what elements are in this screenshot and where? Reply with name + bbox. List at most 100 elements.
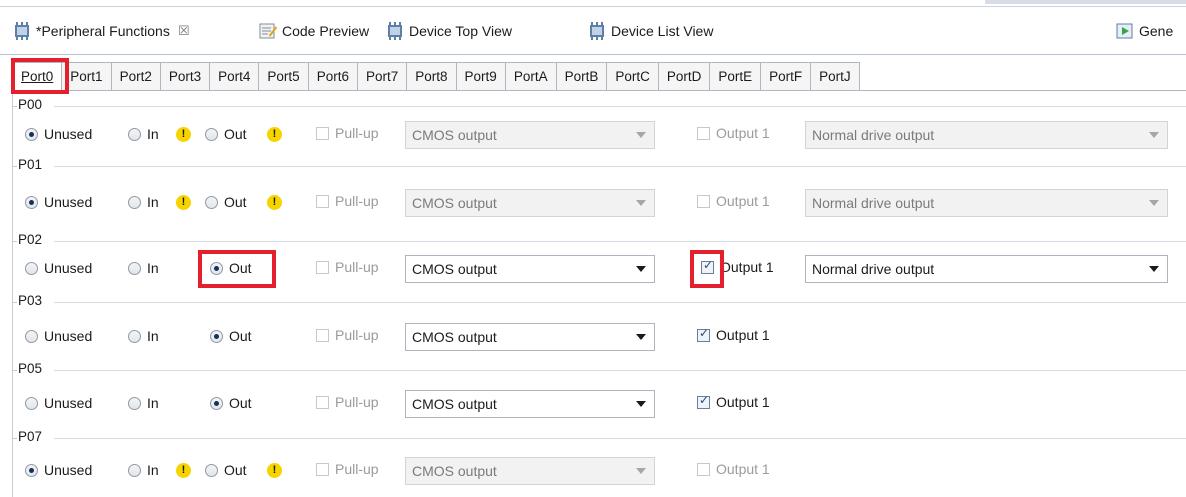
tab-bar-top-border [0, 6, 1186, 7]
output-type-select[interactable]: CMOS output [405, 323, 655, 351]
code-preview-icon [259, 23, 277, 39]
output1-checkbox[interactable]: Output 1 [697, 326, 770, 343]
output-type-select[interactable]: CMOS output [405, 457, 655, 485]
highlight-out [198, 250, 276, 288]
tab-label: *Peripheral Functions [36, 23, 170, 39]
output-type-select[interactable]: CMOS output [405, 121, 655, 149]
tab-label: Gene [1139, 23, 1174, 39]
tab-device-top-view[interactable]: Device Top View [385, 16, 512, 46]
tab-porte[interactable]: PortE [710, 62, 762, 91]
warning-icon: ! [267, 463, 282, 478]
port-tab-bar: Port0 Port1 Port2 Port3 Port4 Port5 Port… [12, 62, 860, 91]
warning-icon: ! [176, 463, 191, 478]
chevron-down-icon [1149, 266, 1159, 272]
chevron-down-icon [636, 401, 646, 407]
group-title: P01 [18, 157, 43, 172]
radio-in[interactable]: In [128, 260, 159, 276]
pullup-checkbox[interactable]: Pull-up [316, 461, 379, 477]
group-title: P00 [18, 97, 43, 112]
radio-in[interactable]: In [128, 395, 159, 411]
tab-port1[interactable]: Port1 [62, 62, 112, 91]
pin-row: Unused In Out Pull-up CMOS output Output… [25, 318, 1186, 358]
highlight-port0 [11, 58, 69, 94]
pin-row: Unused In Out Pull-up CMOS output Output… [25, 385, 1186, 425]
tab-device-list-view[interactable]: Device List View [587, 16, 713, 46]
pin-row: Unused In ! Out ! Pull-up CMOS output Ou… [25, 452, 1186, 492]
tab-port6[interactable]: Port6 [308, 62, 358, 91]
chevron-down-icon [1149, 200, 1159, 206]
warning-icon: ! [267, 195, 282, 210]
tab-code-preview[interactable]: Code Preview [258, 16, 369, 46]
output-type-select[interactable]: CMOS output [405, 189, 655, 217]
generate-code-button[interactable]: Gene [1115, 16, 1173, 46]
radio-unused[interactable]: Unused [25, 194, 92, 210]
chip-icon [15, 22, 29, 40]
radio-unused[interactable]: Unused [25, 328, 92, 344]
tab-port3[interactable]: Port3 [160, 62, 211, 91]
radio-in[interactable]: In [128, 328, 159, 344]
chevron-down-icon [636, 266, 646, 272]
radio-out[interactable]: Out [210, 395, 252, 411]
tab-portd[interactable]: PortD [658, 62, 711, 91]
chevron-down-icon [636, 468, 646, 474]
close-icon[interactable]: ☒ [178, 23, 190, 39]
drive-select[interactable]: Normal drive output [805, 189, 1168, 217]
tab-port8[interactable]: Port8 [407, 62, 457, 91]
radio-in[interactable]: In [128, 194, 159, 210]
tab-port5[interactable]: Port5 [259, 62, 309, 91]
output-type-select[interactable]: CMOS output [405, 255, 655, 283]
radio-unused[interactable]: Unused [25, 126, 92, 142]
pullup-checkbox[interactable]: Pull-up [316, 125, 379, 141]
tab-content-left-border [12, 90, 13, 497]
chevron-down-icon [636, 132, 646, 138]
pullup-checkbox[interactable]: Pull-up [316, 259, 379, 275]
pin-row: Unused In ! Out ! Pull-up CMOS output Ou… [25, 184, 1186, 224]
radio-out[interactable]: Out [205, 462, 247, 478]
radio-unused[interactable]: Unused [25, 260, 92, 276]
radio-out[interactable]: Out [205, 126, 247, 142]
group-title: P05 [18, 361, 43, 376]
radio-out[interactable]: Out [210, 328, 252, 344]
warning-icon: ! [176, 195, 191, 210]
output1-checkbox[interactable]: Output 1 [697, 125, 770, 141]
editor-tab-bar: *Peripheral Functions ☒ Code Preview Dev… [0, 0, 1186, 58]
drive-select[interactable]: Normal drive output [805, 255, 1168, 283]
tab-bar-top-strip [985, 0, 1186, 4]
radio-out[interactable]: Out [205, 194, 247, 210]
tab-port2[interactable]: Port2 [111, 62, 161, 91]
tab-portb[interactable]: PortB [556, 62, 608, 91]
tab-portf[interactable]: PortF [761, 62, 812, 91]
radio-in[interactable]: In [128, 126, 159, 142]
tab-portc[interactable]: PortC [607, 62, 659, 91]
output1-checkbox[interactable]: Output 1 [697, 393, 770, 410]
output-type-select[interactable]: CMOS output [405, 390, 655, 418]
chevron-down-icon [1149, 132, 1159, 138]
pullup-checkbox[interactable]: Pull-up [316, 394, 379, 410]
chevron-down-icon [636, 334, 646, 340]
warning-icon: ! [267, 127, 282, 142]
tab-port4[interactable]: Port4 [210, 62, 260, 91]
output1-checkbox[interactable]: Output 1 [697, 461, 770, 477]
chip-icon [388, 22, 402, 40]
drive-select[interactable]: Normal drive output [805, 121, 1168, 149]
pullup-checkbox[interactable]: Pull-up [316, 327, 379, 343]
tab-porta[interactable]: PortA [505, 62, 557, 91]
radio-unused[interactable]: Unused [25, 395, 92, 411]
tab-portj[interactable]: PortJ [811, 62, 860, 91]
output1-checkbox[interactable]: Output 1 [697, 193, 770, 209]
pullup-checkbox[interactable]: Pull-up [316, 193, 379, 209]
tab-label: Code Preview [282, 23, 370, 39]
generate-icon [1116, 23, 1133, 39]
pin-row: Unused In ! Out ! Pull-up CMOS output Ou… [25, 116, 1186, 156]
radio-unused[interactable]: Unused [25, 462, 92, 478]
group-title: P03 [18, 293, 43, 308]
tab-port9[interactable]: Port9 [456, 62, 506, 91]
tab-port7[interactable]: Port7 [357, 62, 408, 91]
radio-in[interactable]: In [128, 462, 159, 478]
highlight-output1 [690, 250, 724, 288]
chip-icon [590, 22, 604, 40]
group-title: P07 [18, 429, 43, 444]
tab-peripheral-functions[interactable]: *Peripheral Functions ☒ [12, 16, 190, 46]
tab-label: Device Top View [409, 23, 512, 39]
chevron-down-icon [636, 200, 646, 206]
